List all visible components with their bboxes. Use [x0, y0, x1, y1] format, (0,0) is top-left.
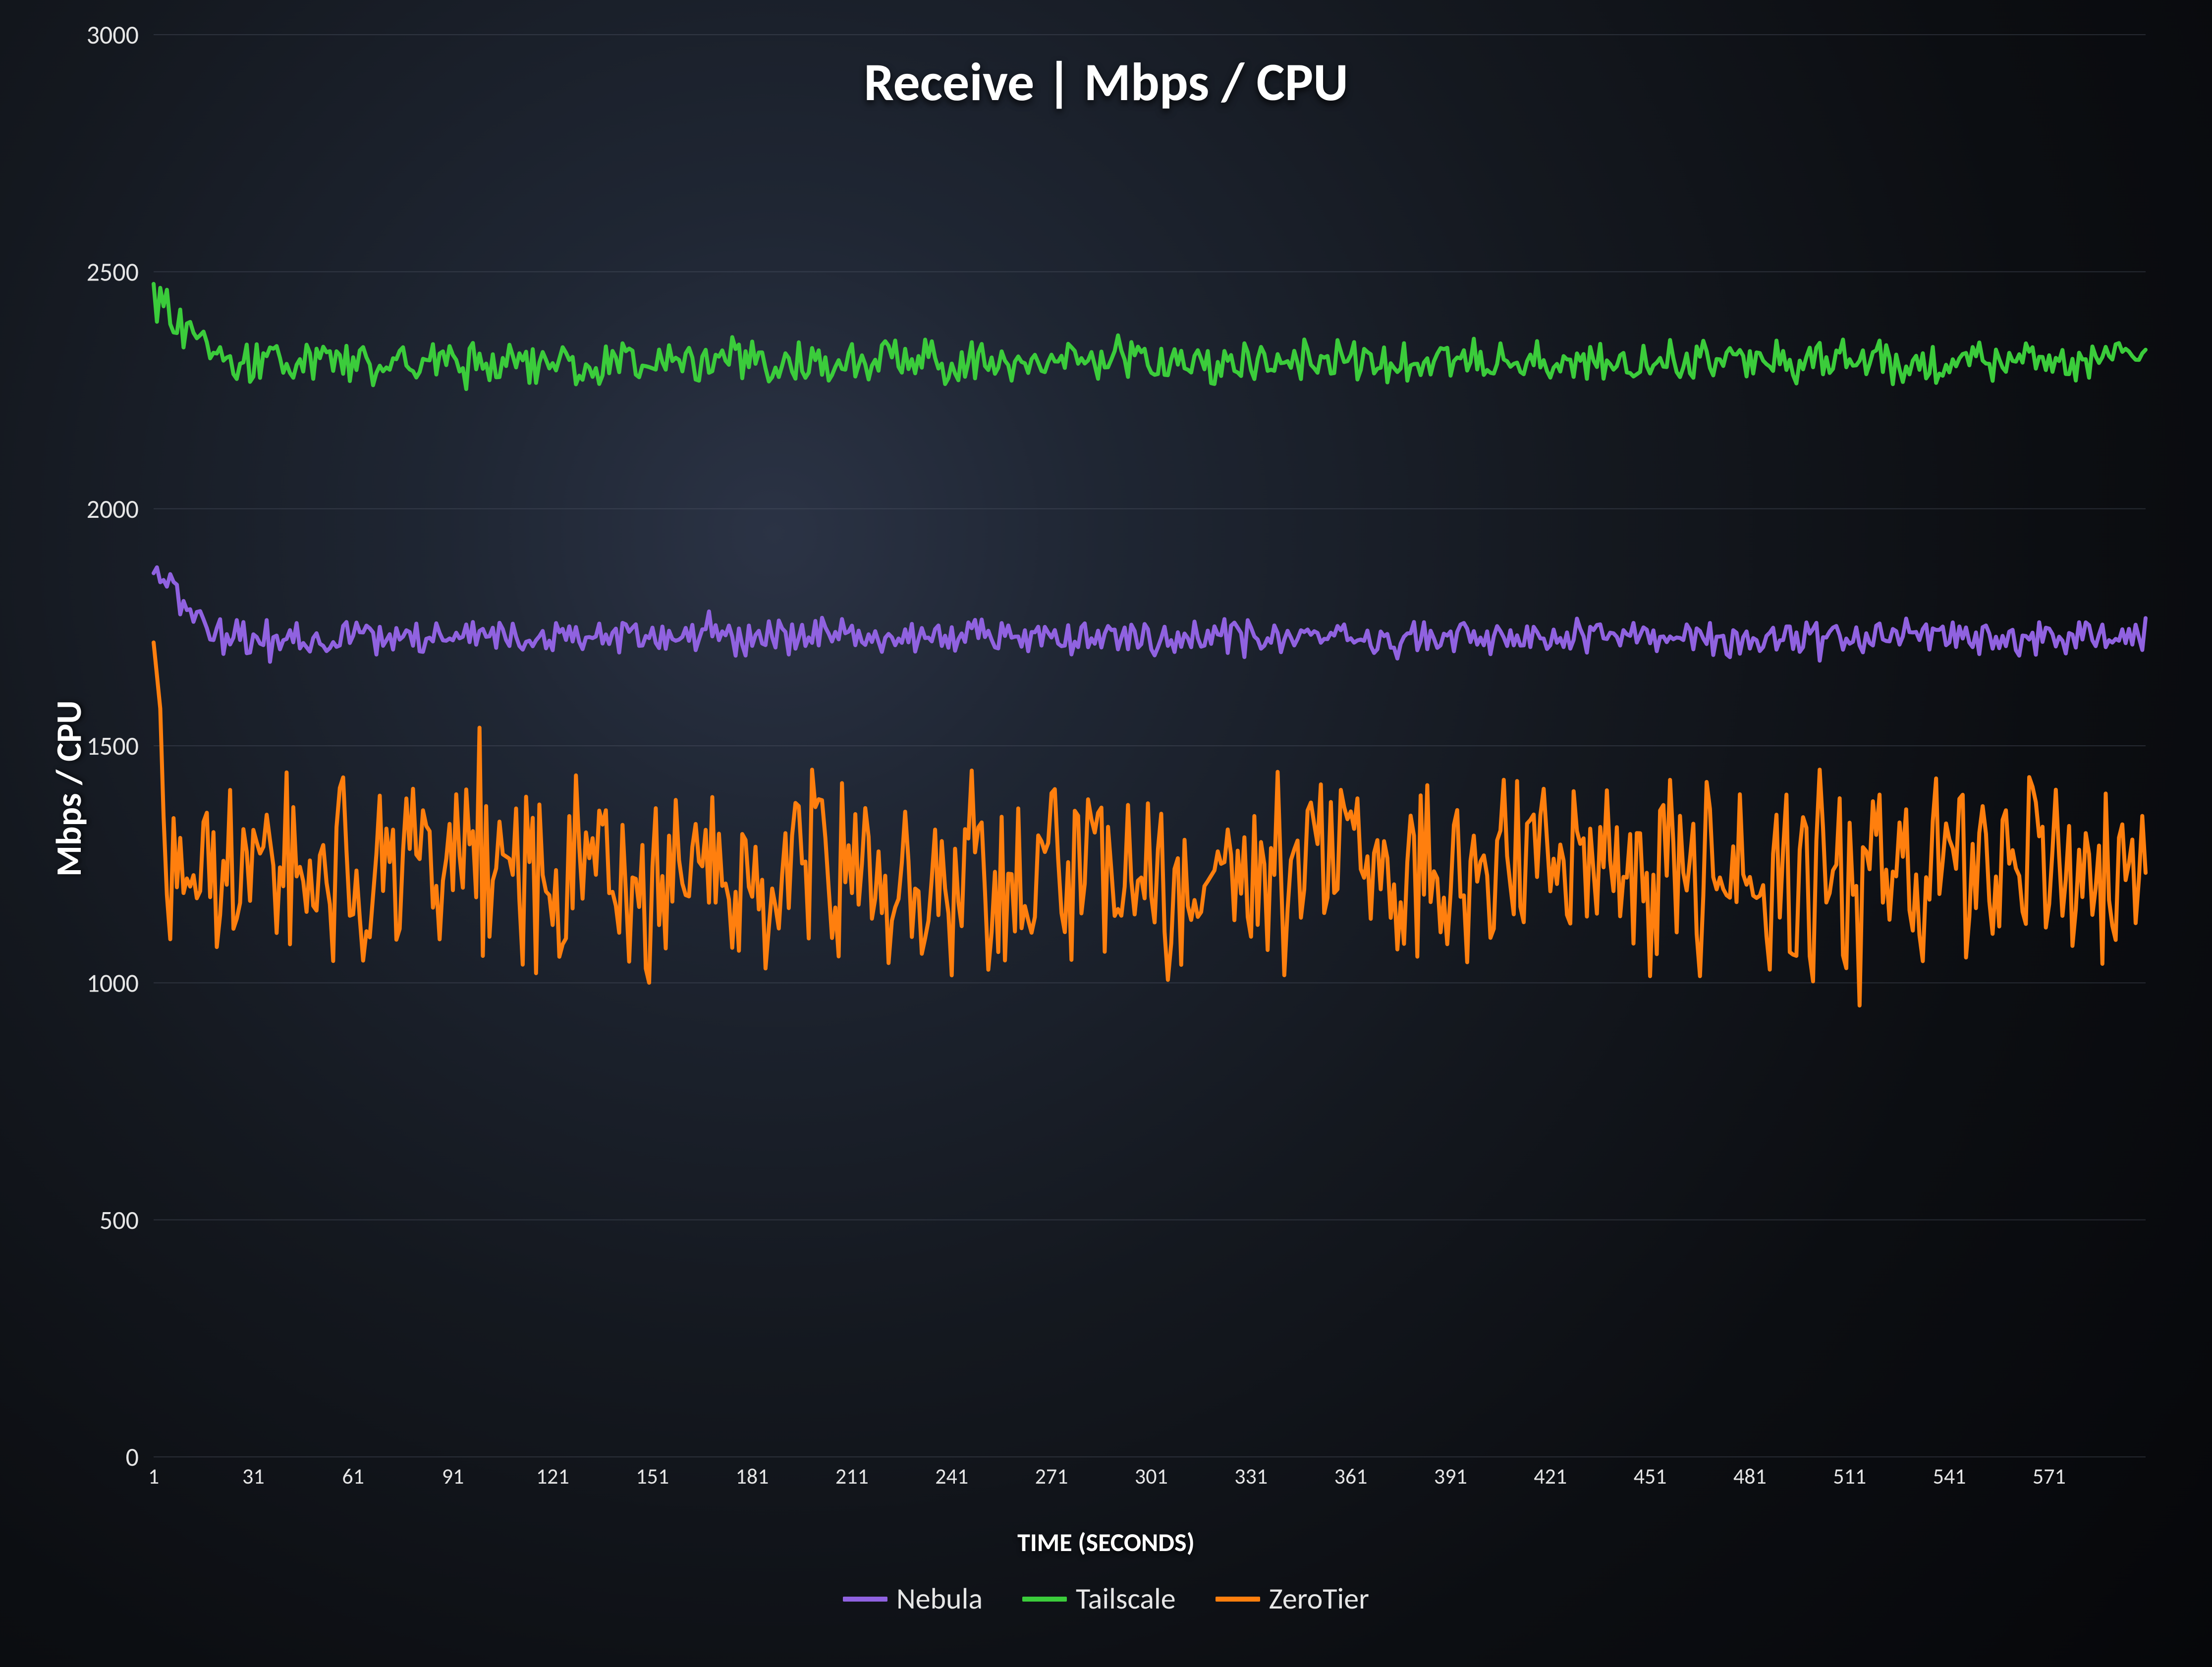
- y-tick-label: 1000: [87, 967, 139, 999]
- x-tick-label: 421: [1534, 1463, 1567, 1490]
- series-line-nebula: [154, 567, 2146, 662]
- x-tick-label: 511: [1833, 1463, 1866, 1490]
- x-tick-label: 541: [1933, 1463, 1966, 1490]
- x-tick-label: 571: [2033, 1463, 2066, 1490]
- legend-label: ZeroTier: [1269, 1581, 1369, 1617]
- y-tick-label: 2500: [87, 256, 139, 288]
- x-tick-label: 481: [1733, 1463, 1767, 1490]
- series-line-zerotier: [154, 643, 2146, 1006]
- x-tick-label: 391: [1434, 1463, 1467, 1490]
- legend-swatch: [843, 1597, 887, 1602]
- x-tick-label: 241: [935, 1463, 968, 1490]
- x-tick-label: 451: [1634, 1463, 1667, 1490]
- y-tick-label: 0: [126, 1441, 139, 1473]
- x-tick-label: 361: [1334, 1463, 1368, 1490]
- x-tick-label: 121: [536, 1463, 569, 1490]
- y-tick-label: 1500: [87, 730, 139, 762]
- legend-item-tailscale: Tailscale: [1022, 1581, 1176, 1617]
- x-tick-label: 271: [1035, 1463, 1068, 1490]
- legend-swatch: [1022, 1597, 1067, 1602]
- legend-swatch: [1216, 1597, 1260, 1602]
- series-line-tailscale: [154, 284, 2146, 389]
- x-tick-label: 301: [1135, 1463, 1168, 1490]
- legend-label: Nebula: [896, 1581, 983, 1617]
- x-tick-label: 31: [242, 1463, 265, 1490]
- y-tick-label: 3000: [87, 19, 139, 51]
- y-tick-label: 2000: [87, 493, 139, 525]
- x-tick-label: 91: [442, 1463, 464, 1490]
- x-axis-label: TIME (SECONDS): [0, 1526, 2212, 1558]
- legend-label: Tailscale: [1076, 1581, 1176, 1617]
- chart-legend: Nebula Tailscale ZeroTier: [0, 1581, 2212, 1617]
- x-tick-label: 211: [835, 1463, 869, 1490]
- y-axis-label: Mbps / CPU: [47, 701, 91, 877]
- legend-item-nebula: Nebula: [843, 1581, 983, 1617]
- x-tick-label: 151: [636, 1463, 669, 1490]
- x-tick-label: 181: [736, 1463, 769, 1490]
- legend-item-zerotier: ZeroTier: [1216, 1581, 1369, 1617]
- x-tick-label: 61: [342, 1463, 364, 1490]
- chart-plot-area: 0500100015002000250030001316191121151181…: [149, 35, 2160, 1487]
- x-tick-label: 331: [1234, 1463, 1268, 1490]
- x-tick-label: 1: [148, 1463, 159, 1490]
- y-tick-label: 500: [100, 1204, 139, 1236]
